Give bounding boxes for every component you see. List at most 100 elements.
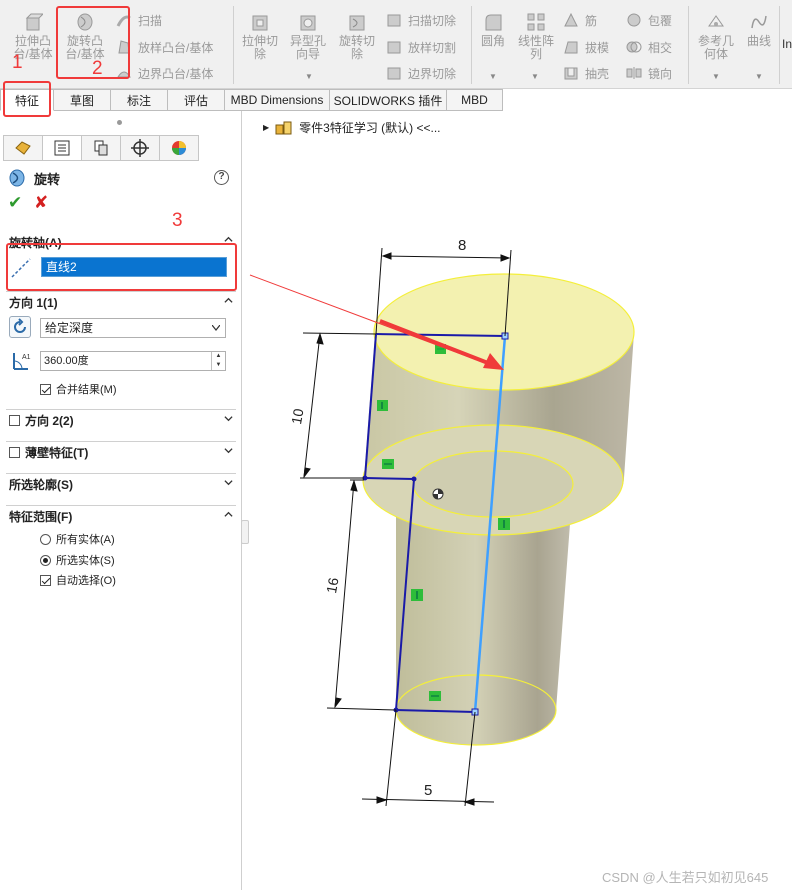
configuration-manager-tab[interactable] [81,135,121,161]
curves-button[interactable]: 曲线 [742,12,776,48]
chevron-down-icon[interactable]: ▼ [305,72,313,81]
origin-icon [432,488,444,500]
chevron-down-icon[interactable]: ▼ [489,72,497,81]
reverse-direction-icon [14,318,26,333]
thin-feature-checkbox[interactable] [9,447,20,458]
ribbon-divider [233,6,234,84]
lofted-cut-icon [387,41,401,54]
swept-cut-button[interactable]: 扫描切除 [386,10,456,30]
scope-selected-bodies-radio[interactable]: 所选实体(S) [40,552,115,568]
fillet-button[interactable]: 圆角 [474,12,512,48]
panel-grip[interactable] [117,120,122,125]
draft-button[interactable]: 拔模 [563,37,609,57]
extrude-cut-button[interactable]: 拉伸切 除 [237,12,283,61]
chevron-down-icon[interactable]: ▼ [712,72,720,81]
direction2-section-header[interactable]: 方向 2(2) [6,409,236,431]
help-button[interactable]: ? [214,170,229,185]
ribbon-divider [471,6,472,84]
rib-button[interactable]: 筋 [563,10,597,30]
lofted-cut-button[interactable]: 放样切割 [386,37,456,57]
crosshair-icon [131,139,149,157]
chevron-down-icon [224,416,233,422]
configuration-icon [94,140,108,156]
reference-geometry-icon [708,15,724,27]
checkbox-checked[interactable] [40,574,51,586]
direction1-section-header[interactable]: 方向 1(1) [6,291,236,313]
annotation-label-3: 3 [172,210,183,231]
property-manager-tab[interactable] [42,135,82,161]
intersect-icon [626,41,642,53]
dimension-lower[interactable]: 16 [323,576,341,594]
chevron-down-icon[interactable]: ▼ [755,72,763,81]
revolve-cut-icon [349,15,365,31]
tab-sketch[interactable]: 草图 [54,89,111,111]
dimension-top[interactable]: 8 [458,237,466,254]
scope-all-bodies-radio[interactable]: 所有实体(A) [40,531,115,547]
chevron-down-icon [224,448,233,454]
extrude-cut-icon [252,15,268,31]
tab-solidworks-addins[interactable]: SOLIDWORKS 插件 [330,89,447,111]
revolve-icon [9,169,25,187]
feature-scope-section-header[interactable]: 特征范围(F) [6,505,236,527]
tab-evaluate[interactable]: 评估 [168,89,225,111]
ok-button[interactable]: ✔ [8,193,22,213]
selected-contours-section-header[interactable]: 所选轮廓(S) [6,473,236,495]
watermark: CSDN @人生若只如初见645 [602,870,769,885]
feature-manager-tab[interactable] [3,135,43,161]
svg-text:A1: A1 [22,354,31,361]
chevron-down-icon [224,480,233,486]
wrap-button[interactable]: 包覆 [626,10,672,30]
angle-icon: A1 [13,353,31,370]
property-manager: 旋转 ? ✔ ✘ 旋转轴(A) 直线2 方向 1(1) 给定深度 A1 360.… [0,111,242,890]
ribbon-overflow[interactable]: In [782,34,792,54]
tab-mbd[interactable]: MBD [447,89,503,111]
auto-select-checkbox[interactable]: 自动选择(O) [40,572,116,588]
draft-icon [564,41,578,54]
chevron-down-icon [212,325,220,331]
annotation-box-1 [3,81,51,117]
direction2-checkbox[interactable] [9,415,20,426]
linear-pattern-button[interactable]: 线性阵 列 [514,12,558,61]
spin-up-icon[interactable]: ▲ [212,352,225,361]
reverse-direction-button[interactable] [9,316,31,338]
hole-wizard-button[interactable]: 异型孔 向导 [285,12,331,61]
reference-geometry-button[interactable]: 参考几 何体 [693,12,739,61]
linear-pattern-icon [527,13,545,31]
checkbox-checked[interactable] [40,383,51,395]
appearance-icon [172,141,186,155]
rib-icon [564,12,578,27]
loft-boss-button[interactable]: 放样凸台/基体 [116,37,213,57]
tab-mbd-dimensions[interactable]: MBD Dimensions [225,89,330,111]
boundary-cut-button[interactable]: 边界切除 [386,63,456,83]
revolve-cut-button[interactable]: 旋转切 除 [334,12,380,61]
angle-spinner[interactable]: ▲ ▼ [211,352,225,370]
chevron-down-icon[interactable]: ▼ [531,72,539,81]
intersect-button[interactable]: 相交 [626,37,672,57]
boundary-cut-icon [387,67,401,80]
graphics-area[interactable]: 8 10 16 5 [243,140,792,890]
dimension-upper[interactable]: 10 [288,407,306,425]
annotation-label-2: 2 [92,58,103,79]
property-list-icon [54,140,70,156]
dimxpert-manager-tab[interactable] [120,135,160,161]
expand-arrow-icon[interactable]: ▶ [263,123,269,132]
thin-feature-section-header[interactable]: 薄壁特征(T) [6,441,236,463]
cancel-button[interactable]: ✘ [34,193,48,213]
feature-tree-flyout[interactable]: ▶ 零件3特征学习 (默认) <<... [263,119,441,136]
chevron-up-icon [224,297,233,303]
dimension-bottom[interactable]: 5 [424,782,432,799]
curves-icon [751,15,767,29]
boundary-boss-button[interactable]: 边界凸台/基体 [116,63,213,83]
display-manager-tab[interactable] [159,135,199,161]
sketch-point[interactable] [411,476,417,482]
radio-unselected[interactable] [40,533,51,545]
mirror-button[interactable]: 镜向 [626,63,672,83]
radio-selected[interactable] [40,554,51,566]
shell-button[interactable]: 抽壳 [563,63,609,83]
end-condition-select[interactable]: 给定深度 [40,318,226,338]
shell-icon [564,67,578,80]
merge-result-checkbox[interactable]: 合并结果(M) [40,381,117,397]
angle-input[interactable]: 360.00度 ▲ ▼ [40,351,226,371]
tab-markup[interactable]: 标注 [111,89,168,111]
spin-down-icon[interactable]: ▼ [212,361,225,370]
